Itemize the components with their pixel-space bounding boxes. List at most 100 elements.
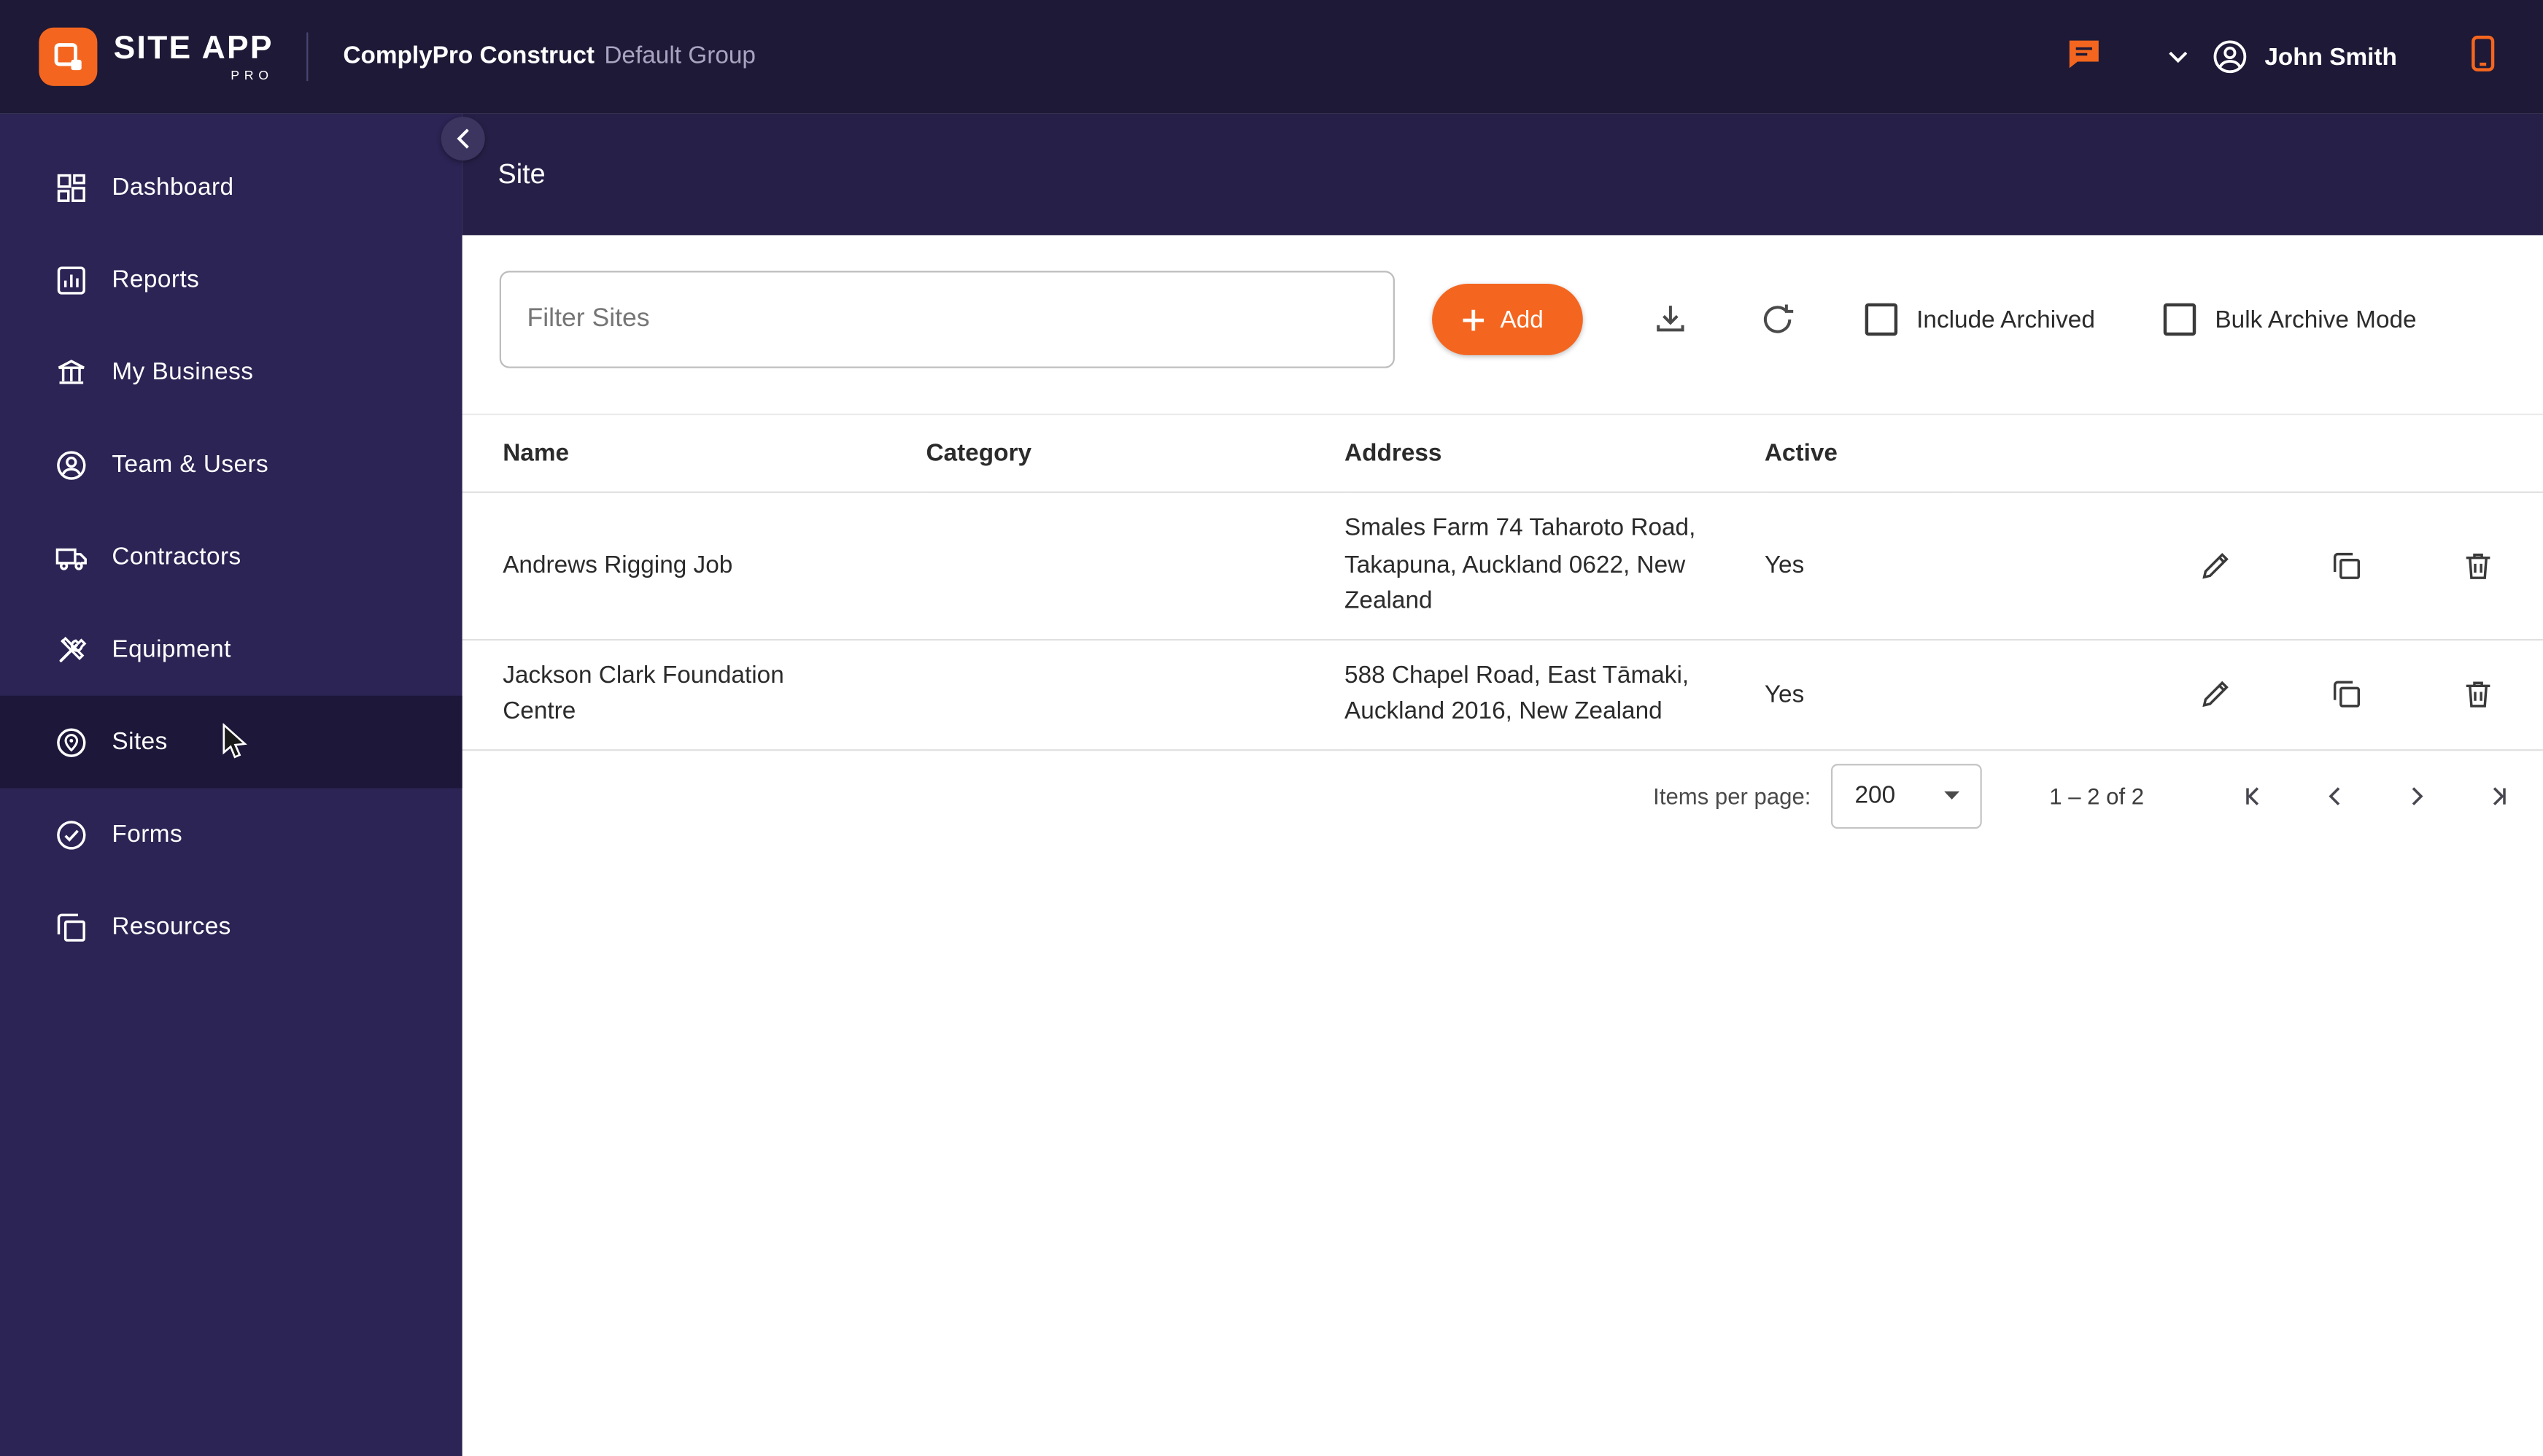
edit-button[interactable] — [2197, 676, 2233, 712]
delete-button[interactable] — [2461, 676, 2496, 712]
chat-icon[interactable] — [2065, 34, 2104, 80]
logo-icon — [39, 27, 98, 86]
site-category — [926, 492, 1345, 640]
mobile-device-icon[interactable] — [2465, 34, 2501, 80]
filter-sites-input[interactable] — [499, 271, 1395, 368]
column-header-address[interactable]: Address — [1344, 413, 1765, 493]
edit-button[interactable] — [2197, 548, 2233, 584]
select-caret-icon — [1943, 791, 1959, 800]
column-header-name[interactable]: Name — [462, 413, 926, 493]
site-address: 588 Chapel Road, East Tāmaki, Auckland 2… — [1344, 660, 1689, 725]
trash-icon — [2466, 553, 2490, 579]
site-name: Andrews Rigging Job — [503, 551, 733, 579]
sidebar-collapse-button[interactable] — [441, 117, 485, 161]
bulk-archive-checkbox[interactable] — [2163, 303, 2196, 336]
sidebar-item-label: Forms — [112, 820, 183, 848]
logo-site: SITE — [113, 30, 193, 66]
sidebar-item-label: Resources — [112, 913, 231, 941]
site-active: Yes — [1764, 492, 1959, 640]
dashboard-icon — [57, 173, 85, 201]
page-range-label: 1 – 2 of 2 — [2049, 782, 2145, 809]
add-site-button[interactable]: Add — [1432, 284, 1583, 355]
product-name: ComplyPro Construct — [343, 42, 595, 70]
sidebar-item-sites[interactable]: Sites — [0, 695, 462, 789]
sidebar-item-forms[interactable]: Forms — [0, 788, 462, 880]
location-pin-icon — [57, 727, 86, 756]
first-page-button[interactable] — [2238, 779, 2270, 811]
column-header-active[interactable]: Active — [1764, 413, 1959, 493]
sidebar-item-my-business[interactable]: My Business — [0, 326, 462, 419]
sidebar-item-resources[interactable]: Resources — [0, 880, 462, 973]
reports-icon — [57, 266, 85, 294]
truck-icon — [55, 547, 87, 570]
include-archived-toggle[interactable]: Include Archived — [1865, 303, 2095, 336]
include-archived-checkbox[interactable] — [1865, 303, 1897, 336]
sidebar: Dashboard Reports My Business Team & Use… — [0, 113, 462, 1456]
topbar: SITE APP PRO ComplyPro Construct Default G… — [0, 0, 2543, 114]
refresh-icon — [1763, 304, 1793, 333]
topbar-right: John Smith — [2065, 34, 2543, 80]
first-page-icon — [2246, 786, 2259, 805]
sidebar-item-label: Team & Users — [112, 451, 269, 479]
users-icon — [57, 450, 86, 479]
next-page-button[interactable] — [2400, 779, 2432, 811]
site-name: Jackson Clark Foundation Centre — [503, 662, 784, 725]
sidebar-item-label: Contractors — [112, 543, 241, 571]
site-active: Yes — [1764, 638, 1959, 751]
column-header-actions — [1959, 413, 2543, 493]
items-per-page-select[interactable]: 200 — [1830, 763, 1981, 828]
logo-text: SITE APP PRO — [114, 31, 274, 82]
last-page-button[interactable] — [2481, 779, 2513, 811]
sidebar-item-equipment[interactable]: Equipment — [0, 603, 462, 696]
duplicate-button[interactable] — [2329, 548, 2365, 584]
page-header: Site — [462, 113, 2543, 236]
toolbar: Add Include Archived Bulk Arch — [499, 271, 2543, 368]
pencil-icon — [2202, 552, 2229, 578]
sidebar-item-dashboard[interactable]: Dashboard — [0, 141, 462, 233]
user-name: John Smith — [2264, 42, 2397, 71]
group-name: Default Group — [604, 42, 756, 70]
download-button[interactable] — [1651, 300, 1689, 338]
bulk-archive-label: Bulk Archive Mode — [2215, 306, 2417, 333]
sidebar-item-label: My Business — [112, 358, 254, 387]
refresh-button[interactable] — [1757, 300, 1796, 338]
sites-table: Name Category Address Active Andrews Rig… — [462, 413, 2543, 751]
duplicate-button[interactable] — [2329, 676, 2365, 712]
copy-icon — [2333, 681, 2361, 708]
trash-icon — [2466, 681, 2490, 708]
sidebar-item-label: Equipment — [112, 635, 231, 664]
user-menu[interactable]: John Smith — [2211, 37, 2397, 76]
table-row[interactable]: Jackson Clark Foundation Centre 588 Chap… — [462, 638, 2543, 751]
sidebar-item-label: Sites — [112, 728, 168, 756]
items-per-page-label: Items per page: — [1653, 782, 1811, 809]
page-title: Site — [498, 158, 546, 190]
business-icon — [58, 358, 85, 384]
chevron-right-icon — [2412, 786, 2423, 805]
topbar-divider — [306, 32, 308, 82]
main-content: Add Include Archived Bulk Arch — [462, 235, 2543, 1456]
table-row[interactable]: Andrews Rigging Job Smales Farm 74 Tahar… — [462, 492, 2543, 640]
items-per-page-value: 200 — [1854, 781, 1896, 810]
column-header-category[interactable]: Category — [926, 413, 1345, 493]
chevron-left-icon — [2329, 786, 2340, 805]
breadcrumb: ComplyPro Construct Default Group — [343, 42, 756, 71]
tools-icon — [59, 635, 87, 662]
sidebar-item-reports[interactable]: Reports — [0, 233, 462, 326]
sidebar-item-contractors[interactable]: Contractors — [0, 511, 462, 603]
sidebar-item-team-users[interactable]: Team & Users — [0, 419, 462, 511]
table-header-row: Name Category Address Active — [462, 413, 2543, 493]
bulk-archive-toggle[interactable]: Bulk Archive Mode — [2163, 303, 2417, 336]
last-page-icon — [2493, 786, 2506, 805]
app-logo[interactable]: SITE APP PRO — [0, 27, 274, 86]
chevron-down-icon[interactable] — [2169, 50, 2188, 63]
download-icon — [1656, 306, 1684, 332]
add-button-label: Add — [1500, 306, 1544, 333]
pagination-bar: Items per page: 200 1 – 2 of 2 — [462, 750, 2543, 840]
previous-page-button[interactable] — [2319, 779, 2351, 811]
plus-icon — [1463, 309, 1485, 330]
logo-app: APP — [201, 30, 274, 66]
app-root: SITE APP PRO ComplyPro Construct Default G… — [0, 0, 2543, 1456]
check-circle-icon — [57, 820, 86, 849]
delete-button[interactable] — [2461, 548, 2496, 584]
user-avatar-icon — [2214, 40, 2247, 74]
